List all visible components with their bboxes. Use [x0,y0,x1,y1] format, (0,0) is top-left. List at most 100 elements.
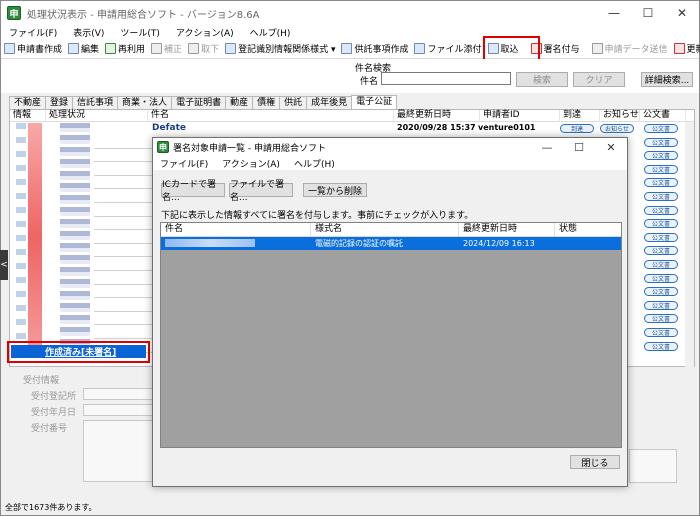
subject-search-input[interactable] [381,72,511,85]
menu-file[interactable]: ファイル(F) [1,26,65,39]
menu-action[interactable]: アクション(A) [168,26,242,39]
col-arrival[interactable]: 到達 [560,110,600,122]
table-scrollbar[interactable] [685,122,694,368]
deposit-icon [341,43,353,54]
dialog-col-subject[interactable]: 件名 [161,223,311,236]
registry-forms-button[interactable]: 登記識別情報関係様式 ▾ [222,40,338,58]
menu-tools[interactable]: ツール(T) [112,26,168,39]
dialog-col-state[interactable]: 状態 [555,223,621,236]
dialog-close-button[interactable]: 閉じる [570,455,620,469]
send-data-button[interactable]: 申請データ送信 [589,40,671,58]
withdraw-button[interactable]: 取下 [185,40,222,58]
reuse-button[interactable]: 再利用 [102,40,148,58]
document-pill[interactable]: 公文書 [644,164,678,174]
tab-trust[interactable]: 信託事項 [72,96,119,109]
deposit-items-button[interactable]: 供託事項作成 [338,40,411,58]
row-divider [94,338,154,339]
receipt-number-label: 受付番号 [31,424,68,434]
maximize-button[interactable]: ☐ [631,1,665,25]
receipt-date-label: 受付年月日 [31,408,77,418]
ic-card-sign-button[interactable]: ICカードで署名... [161,180,225,203]
tab-receivables[interactable]: 債権 [252,96,281,109]
document-pill[interactable]: 公文書 [644,232,678,242]
document-pill[interactable]: 公文書 [644,151,678,161]
menu-help[interactable]: ヘルプ(H) [242,26,299,39]
dialog-minimize-button[interactable]: — [531,138,563,156]
remove-from-list-button[interactable]: 一覧から削除 [303,183,367,197]
tab-notarization[interactable]: 電子公証 [351,95,398,109]
edit-button[interactable]: 編集 [65,40,102,58]
tab-registration[interactable]: 登録 [45,96,74,109]
minimize-button[interactable]: — [597,1,631,25]
signature-target-dialog: 申 署名対象申請一覧 - 申請用総合ソフト — ☐ ✕ ファイル(F) アクショ… [152,137,628,487]
col-info[interactable]: 情報 [10,110,46,122]
first-row-notice[interactable]: お知らせ [600,124,634,133]
tab-real-estate[interactable]: 不動産 [9,96,47,109]
table-header: 情報 処理状況 件名 最終更新日時 申請者ID 到達 お知らせ 公文書 [10,110,694,122]
toolbar: 申請書作成 編集 再利用 補正 取下 登記識別情報関係様式 ▾ 供託事項作成 フ… [1,39,700,59]
search-field-label: 件名 [360,77,379,87]
tab-deposit[interactable]: 供託 [279,96,308,109]
menu-view[interactable]: 表示(V) [65,26,112,39]
dialog-close-x-button[interactable]: ✕ [595,138,627,156]
advanced-search-button[interactable]: 詳細検索... [641,72,693,87]
document-pill[interactable]: 公文書 [644,205,678,215]
amend-button[interactable]: 補正 [148,40,185,58]
document-pill[interactable]: 公文書 [644,328,678,337]
document-pill[interactable]: 公文書 [644,137,678,147]
document-pill[interactable]: 公文書 [644,314,678,324]
tab-commercial[interactable]: 商業・法人 [117,96,173,109]
redacted-status-column [60,123,90,351]
tab-guardianship[interactable]: 成年後見 [306,96,353,109]
tab-movables[interactable]: 動産 [225,96,254,109]
dialog-app-icon: 申 [157,141,169,153]
document-pill[interactable]: 公文書 [644,287,678,297]
col-status[interactable]: 処理状況 [46,110,148,122]
dialog-col-form[interactable]: 様式名 [311,223,459,236]
row-divider [94,229,154,231]
tab-certificate[interactable]: 電子証明書 [171,96,227,109]
dialog-row-form: 電磁的記録の認証の嘱託 [315,239,403,248]
status-highlight-box [7,341,150,363]
receipt-section-label: 受付情報 [23,376,60,386]
dialog-title-bar: 申 署名対象申請一覧 - 申請用総合ソフト — ☐ ✕ [153,138,627,156]
attach-file-button[interactable]: ファイル添付 [411,40,484,58]
first-row-document[interactable]: 公文書 [644,124,678,133]
dialog-list-header: 件名 様式名 最終更新日時 状態 [161,223,621,237]
first-row-subject[interactable]: Defate [152,123,186,133]
create-application-button[interactable]: 申請書作成 [1,40,65,58]
status-bar: 全部で1673件あります。 [5,503,97,512]
search-button[interactable]: 検索 [516,72,568,87]
col-document[interactable]: 公文書 [640,110,686,122]
file-sign-button[interactable]: ファイルで署名... [229,180,293,203]
document-pill[interactable]: 公文書 [644,300,678,310]
row-divider [94,256,154,258]
dialog-menu-help[interactable]: ヘルプ(H) [287,157,342,170]
dialog-menu-bar: ファイル(F) アクション(A) ヘルプ(H) [153,156,627,170]
row-divider [94,324,154,326]
refresh-button[interactable]: 更新 [671,40,700,58]
dialog-maximize-button[interactable]: ☐ [563,138,595,156]
document-pill[interactable]: 公文書 [644,341,678,351]
receipt-office-field [83,388,153,400]
document-pill[interactable]: 公文書 [644,260,678,269]
first-row-arrival[interactable]: 到達 [560,124,594,133]
dialog-list-row[interactable]: 電磁的記録の認証の嘱託 2024/12/09 16:13 [161,237,621,250]
document-pill[interactable]: 公文書 [644,178,678,188]
col-subject[interactable]: 件名 [148,110,394,122]
dialog-menu-action[interactable]: アクション(A) [215,157,287,170]
col-notice[interactable]: お知らせ [600,110,640,122]
document-pill[interactable]: 公文書 [644,246,678,256]
col-updated[interactable]: 最終更新日時 [394,110,480,122]
clear-button[interactable]: クリア [573,72,625,87]
dialog-menu-file[interactable]: ファイル(F) [153,157,215,170]
dialog-col-updated[interactable]: 最終更新日時 [459,223,555,236]
document-pill[interactable]: 公文書 [644,219,678,229]
row-divider [94,147,154,149]
close-button[interactable]: ✕ [665,1,699,25]
document-pill[interactable]: 公文書 [644,273,678,283]
row-divider [94,270,154,271]
document-pill[interactable]: 公文書 [644,192,678,201]
chevron-left-icon[interactable]: < [0,250,8,280]
col-applicant[interactable]: 申請者ID [480,110,560,122]
